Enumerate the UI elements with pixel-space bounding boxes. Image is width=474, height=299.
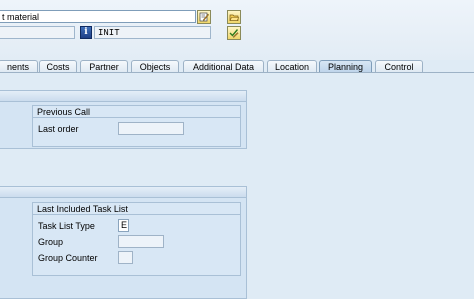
edit-long-text-icon xyxy=(199,12,209,22)
open-folder-icon xyxy=(229,14,239,21)
previous-call-title: Previous Call xyxy=(33,106,240,118)
info-field-left xyxy=(0,26,75,39)
group-panel-top-header xyxy=(0,91,246,102)
system-status-field: INIT xyxy=(94,26,211,39)
edit-long-text-button[interactable] xyxy=(197,10,211,24)
open-folder-button[interactable] xyxy=(227,10,241,24)
last-order-label: Last order xyxy=(38,124,79,134)
check-edit-icon xyxy=(229,29,239,38)
last-order-field[interactable] xyxy=(118,122,184,135)
last-included-task-list-title: Last Included Task List xyxy=(33,203,240,215)
group-label: Group xyxy=(38,237,64,247)
group-counter-label: Group Counter xyxy=(38,253,98,263)
info-icon[interactable]: i xyxy=(80,26,92,39)
group-counter-field[interactable] xyxy=(118,251,133,264)
material-text-field[interactable]: t material xyxy=(0,10,196,23)
task-list-type-field[interactable]: E xyxy=(118,219,129,232)
group-panel-bottom-header xyxy=(0,187,246,198)
group-field[interactable] xyxy=(118,235,164,248)
task-list-type-label: Task List Type xyxy=(38,221,95,231)
check-edit-button[interactable] xyxy=(227,26,241,40)
